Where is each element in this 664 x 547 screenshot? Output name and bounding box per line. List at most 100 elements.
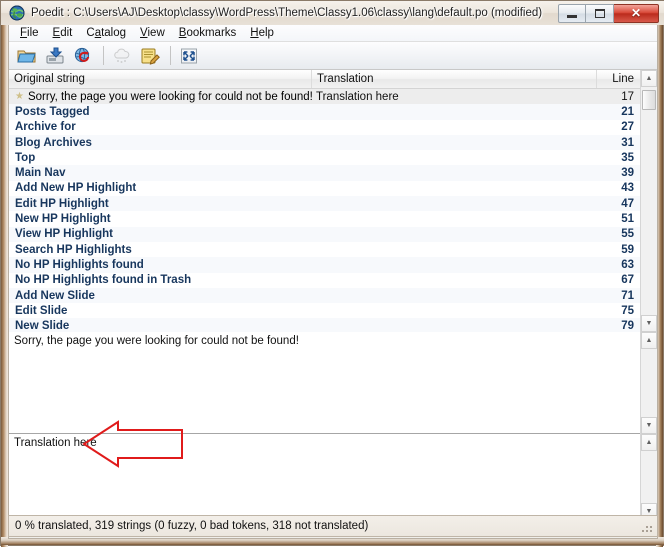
table-row[interactable]: No HP Highlights found 63 bbox=[9, 257, 641, 273]
globe-icon bbox=[9, 5, 25, 21]
menu-file[interactable]: File bbox=[13, 26, 46, 40]
table-row[interactable]: View HP Highlight 55 bbox=[9, 226, 641, 242]
source-scroll-up-button[interactable]: ▲ bbox=[641, 332, 657, 349]
table-row[interactable]: Archive for 27 bbox=[9, 120, 641, 135]
application-window: Poedit : C:\Users\AJ\Desktop\classy\Word… bbox=[0, 0, 664, 547]
translation-text[interactable]: Translation here bbox=[14, 437, 97, 449]
table-row[interactable]: No HP Highlights found in Trash 67 bbox=[9, 273, 641, 288]
cell-line-number: 59 bbox=[621, 243, 634, 256]
cell-line-number: 31 bbox=[621, 136, 634, 149]
cell-original-string: Add New Slide bbox=[9, 290, 312, 302]
menu-view[interactable]: View bbox=[133, 26, 172, 40]
column-header-translation[interactable]: Translation bbox=[312, 70, 597, 88]
source-scroll-down-button[interactable]: ▼ bbox=[641, 417, 657, 434]
table-row[interactable]: ★ Sorry, the page you were looking for co… bbox=[9, 89, 641, 105]
fullscreen-button[interactable] bbox=[176, 44, 202, 68]
catalog-list-body[interactable]: ★ Sorry, the page you were looking for co… bbox=[9, 89, 641, 332]
cell-line-number: 39 bbox=[621, 167, 634, 180]
table-row[interactable]: Main Nav 39 bbox=[9, 165, 641, 181]
original-string-text: Search HP Highlights bbox=[15, 243, 132, 256]
translation-scroll-up-button[interactable]: ▲ bbox=[641, 434, 657, 451]
original-string-text: Archive for bbox=[15, 121, 76, 134]
cell-line-number: 43 bbox=[621, 182, 634, 195]
table-row[interactable]: Edit HP Highlight 47 bbox=[9, 196, 641, 212]
bookmark-star-icon: ★ bbox=[15, 91, 24, 103]
cell-line-number: 75 bbox=[621, 304, 634, 317]
close-button[interactable]: ✕ bbox=[614, 3, 659, 23]
scroll-down-button[interactable]: ▼ bbox=[641, 315, 657, 332]
globe-refresh-icon bbox=[74, 47, 90, 62]
source-string-text: Sorry, the page you were looking for cou… bbox=[14, 335, 299, 347]
original-string-text: Edit HP Highlight bbox=[15, 197, 109, 210]
resize-grip[interactable] bbox=[642, 522, 654, 534]
open-catalog-button[interactable] bbox=[14, 44, 40, 68]
notepad-pencil-icon bbox=[141, 48, 160, 65]
catalog-list-scrollbar[interactable]: ▲ ▼ bbox=[640, 70, 657, 332]
toolbar-separator-2 bbox=[170, 46, 171, 65]
original-string-text: Main Nav bbox=[15, 167, 66, 180]
original-string-text: Posts Tagged bbox=[15, 105, 90, 118]
window-frame-left bbox=[1, 1, 8, 547]
original-string-text: Sorry, the page you were looking for cou… bbox=[27, 90, 312, 103]
table-row[interactable]: New HP Highlight 51 bbox=[9, 211, 641, 226]
translation-edit-pane[interactable]: Translation here ▲ ▼ bbox=[9, 434, 657, 520]
toolbar bbox=[9, 42, 657, 70]
fuzzy-button[interactable] bbox=[109, 44, 135, 68]
cell-original-string: Top bbox=[9, 152, 312, 164]
original-string-text: View HP Highlight bbox=[15, 228, 113, 241]
table-row[interactable]: Search HP Highlights 59 bbox=[9, 242, 641, 257]
minimize-button[interactable] bbox=[558, 3, 586, 23]
update-catalog-button[interactable] bbox=[70, 44, 96, 68]
original-string-text: Edit Slide bbox=[15, 304, 68, 317]
source-pane-scrollbar[interactable]: ▲ ▼ bbox=[640, 332, 657, 434]
table-row[interactable]: Posts Tagged 21 bbox=[9, 104, 641, 120]
table-row[interactable]: Add New Slide 71 bbox=[9, 287, 641, 304]
comment-button[interactable] bbox=[137, 44, 163, 68]
save-disk-icon bbox=[46, 47, 64, 63]
scroll-up-button[interactable]: ▲ bbox=[641, 70, 657, 87]
maximize-button[interactable] bbox=[586, 3, 614, 23]
toolbar-separator-1 bbox=[103, 46, 104, 65]
menu-help[interactable]: Help bbox=[243, 26, 281, 40]
catalog-list-header: Original string Translation Line bbox=[9, 70, 657, 89]
menu-bookmarks[interactable]: Bookmarks bbox=[172, 26, 244, 40]
cell-original-string: Blog Archives bbox=[9, 137, 312, 149]
column-header-line[interactable]: Line bbox=[597, 70, 641, 88]
menu-catalog[interactable]: Catalog bbox=[79, 26, 133, 40]
table-row[interactable]: New Slide 79 bbox=[9, 318, 641, 332]
table-row[interactable]: Blog Archives 31 bbox=[9, 134, 641, 151]
client-area: File Edit Catalog View Bookmarks Help Or… bbox=[8, 25, 658, 539]
cell-original-string: View HP Highlight bbox=[9, 228, 312, 240]
window-controls: ✕ bbox=[558, 3, 659, 23]
cell-line-number: 17 bbox=[621, 90, 634, 103]
cell-line-number: 79 bbox=[621, 320, 634, 332]
scroll-thumb[interactable] bbox=[642, 90, 656, 110]
title-bar[interactable]: Poedit : C:\Users\AJ\Desktop\classy\Word… bbox=[1, 1, 664, 25]
column-header-original[interactable]: Original string bbox=[9, 70, 312, 88]
menu-edit[interactable]: Edit bbox=[46, 26, 80, 40]
window-title: Poedit : C:\Users\AJ\Desktop\classy\Word… bbox=[31, 7, 543, 19]
original-string-text: No HP Highlights found in Trash bbox=[15, 274, 192, 287]
cell-line-number: 67 bbox=[621, 274, 634, 287]
menu-bar: File Edit Catalog View Bookmarks Help bbox=[9, 25, 657, 42]
status-bar: 0 % translated, 319 strings (0 fuzzy, 0 … bbox=[8, 515, 658, 537]
original-string-text: Add New HP Highlight bbox=[15, 182, 137, 195]
original-string-text: New HP Highlight bbox=[15, 213, 111, 226]
fullscreen-icon bbox=[181, 48, 197, 63]
table-row[interactable]: Top 35 bbox=[9, 150, 641, 165]
cell-line-number: 27 bbox=[621, 121, 634, 134]
table-row[interactable]: Edit Slide 75 bbox=[9, 303, 641, 318]
save-catalog-button[interactable] bbox=[42, 44, 68, 68]
original-string-text: No HP Highlights found bbox=[15, 258, 144, 271]
cell-original-string: New Slide bbox=[9, 320, 312, 332]
cell-original-string: Main Nav bbox=[9, 167, 312, 179]
cell-line-number: 63 bbox=[621, 258, 634, 271]
original-string-text: Add New Slide bbox=[15, 289, 95, 302]
cell-original-string: No HP Highlights found in Trash bbox=[9, 274, 312, 286]
table-row[interactable]: Add New HP Highlight 43 bbox=[9, 181, 641, 196]
open-folder-icon bbox=[17, 50, 36, 62]
catalog-list[interactable]: Original string Translation Line ★ Sorry,… bbox=[9, 70, 657, 332]
cell-line-number: 51 bbox=[621, 213, 634, 226]
cloud-icon bbox=[114, 48, 130, 63]
translation-pane-scrollbar[interactable]: ▲ ▼ bbox=[640, 434, 657, 520]
